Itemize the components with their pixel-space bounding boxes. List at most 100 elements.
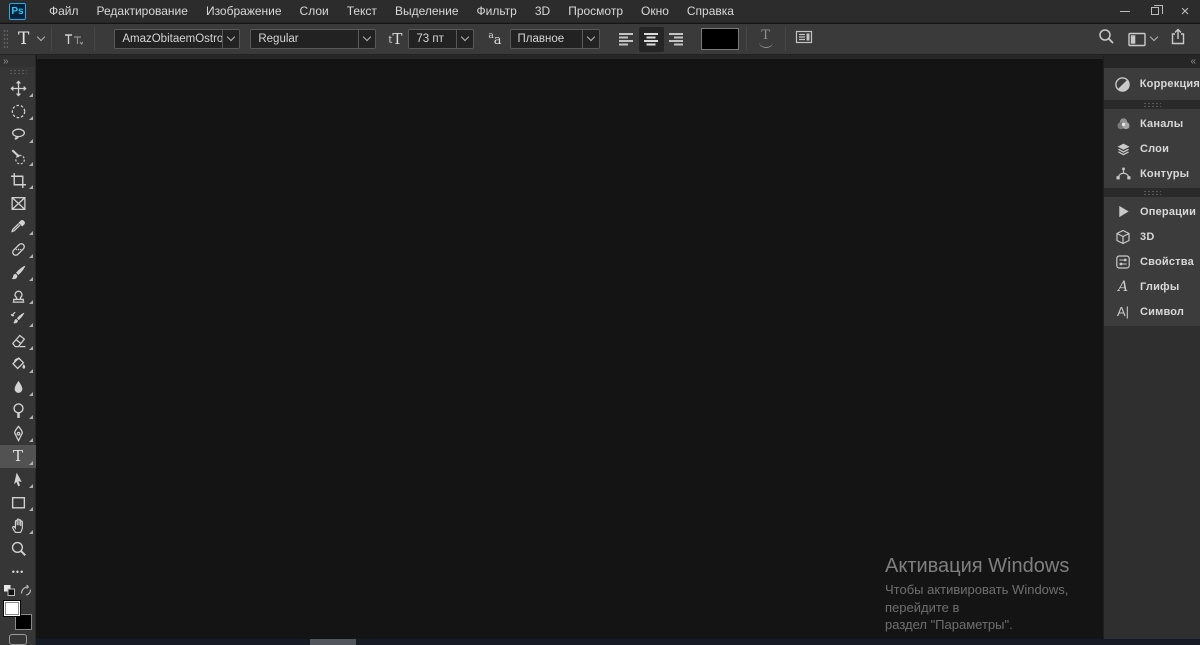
panel-tab-character[interactable]: A| Символ [1104, 299, 1200, 324]
healing-brush-tool[interactable] [0, 238, 36, 261]
anti-alias-select[interactable]: Плавное [509, 29, 600, 49]
windows-activation-watermark: Активация Windows Чтобы активировать Win… [885, 554, 1103, 634]
default-colors-icon[interactable] [3, 584, 16, 597]
panel-dock: « Коррекция Каналы Слои Контуры Операции… [1103, 55, 1200, 645]
menu-items: Файл Редактирование Изображение Слои Тек… [40, 0, 743, 22]
toolbar-expand-button[interactable]: » [0, 55, 35, 67]
frame-tool[interactable] [0, 192, 36, 215]
warp-text-button[interactable]: T [756, 29, 776, 49]
photoshop-window: Ps Файл Редактирование Изображение Слои … [0, 0, 1200, 645]
anti-alias-icon: aa [488, 30, 502, 48]
menu-select[interactable]: Выделение [386, 0, 468, 22]
font-family-select[interactable]: AmazObitaemOstrovFine [114, 29, 241, 49]
menu-view[interactable]: Просмотр [559, 0, 632, 22]
menu-file[interactable]: Файл [40, 0, 88, 22]
path-selection-tool[interactable] [0, 468, 36, 491]
type-tool[interactable]: T [0, 445, 36, 468]
align-center-button[interactable] [638, 26, 664, 52]
blur-tool[interactable] [0, 376, 36, 399]
font-size-icon: tT [388, 30, 403, 48]
font-style-dropdown-button[interactable] [358, 30, 375, 48]
panel-tab-glyphs[interactable]: A Глифы [1104, 274, 1200, 299]
menu-image[interactable]: Изображение [197, 0, 291, 22]
foreground-color-swatch[interactable] [3, 600, 21, 617]
font-style-value: Regular [258, 33, 299, 45]
edit-toolbar-button[interactable]: ••• [0, 560, 36, 583]
taskbar-thumb[interactable] [310, 639, 356, 645]
text-alignment-group [614, 26, 689, 52]
quick-mask-button[interactable] [9, 634, 27, 645]
anti-alias-dropdown-button[interactable] [581, 30, 599, 48]
clone-stamp-tool[interactable] [0, 284, 36, 307]
document-canvas[interactable]: Активация Windows Чтобы активировать Win… [37, 55, 1103, 639]
anti-alias-value: Плавное [517, 33, 565, 45]
font-style-select[interactable]: Regular [250, 29, 377, 49]
layers-icon [1112, 141, 1134, 157]
text-orientation-toggle[interactable] [63, 31, 84, 47]
brush-tool[interactable] [0, 261, 36, 284]
menu-3d[interactable]: 3D [526, 0, 559, 22]
move-tool[interactable] [0, 77, 36, 100]
font-size-dropdown-button[interactable] [456, 30, 473, 48]
menu-edit[interactable]: Редактирование [88, 0, 197, 22]
options-bar-grip[interactable] [3, 29, 8, 49]
adjustments-icon [1112, 76, 1134, 93]
panel-tab-actions[interactable]: Операции [1104, 199, 1200, 224]
photoshop-logo-icon[interactable]: Ps [9, 2, 26, 20]
align-right-button[interactable] [664, 27, 689, 52]
font-family-dropdown-button[interactable] [222, 30, 239, 48]
font-size-select[interactable]: 73 пт [408, 29, 475, 49]
menu-text[interactable]: Текст [338, 0, 386, 22]
history-brush-tool[interactable] [0, 307, 36, 330]
hand-tool[interactable] [0, 514, 36, 537]
share-button[interactable] [1170, 28, 1186, 50]
dock-collapse-button[interactable]: « [1104, 55, 1200, 68]
swap-colors-icon[interactable] [19, 584, 33, 597]
dock-gap[interactable] [1104, 188, 1200, 197]
restore-button[interactable] [1140, 0, 1170, 22]
color-swatches [3, 600, 33, 630]
dodge-tool[interactable] [0, 399, 36, 422]
search-button[interactable] [1098, 28, 1115, 50]
cube-3d-icon [1112, 229, 1134, 245]
panel-tab-3d[interactable]: 3D [1104, 224, 1200, 249]
toggle-panels-button[interactable] [795, 29, 813, 50]
panel-tab-paths[interactable]: Контуры [1104, 161, 1200, 186]
zoom-tool[interactable] [0, 537, 36, 560]
font-family-value: AmazObitaemOstrovFine [122, 33, 223, 45]
properties-icon [1112, 254, 1134, 270]
dock-group-adjustments: Коррекция [1104, 68, 1200, 100]
taskbar-edge [36, 639, 1200, 645]
menu-layers[interactable]: Слои [291, 0, 338, 22]
dock-group-channels: Каналы Слои Контуры [1104, 109, 1200, 188]
close-icon: × [1180, 2, 1190, 20]
quick-selection-tool[interactable] [0, 146, 36, 169]
menu-filter[interactable]: Фильтр [468, 0, 526, 22]
marquee-tool[interactable] [0, 100, 36, 123]
minimize-button[interactable] [1110, 0, 1140, 22]
options-bar-right-icons [1098, 28, 1186, 50]
eyedropper-tool[interactable] [0, 215, 36, 238]
menu-window[interactable]: Окно [632, 0, 678, 22]
paint-bucket-tool[interactable] [0, 353, 36, 376]
close-button[interactable]: × [1170, 0, 1200, 22]
watermark-title: Активация Windows [885, 555, 1070, 577]
menu-help[interactable]: Справка [678, 0, 743, 22]
panel-tab-channels[interactable]: Каналы [1104, 111, 1200, 136]
panel-tab-layers[interactable]: Слои [1104, 136, 1200, 161]
rectangle-tool[interactable] [0, 491, 36, 514]
toolbar-grip[interactable] [8, 69, 27, 74]
lasso-tool[interactable] [0, 123, 36, 146]
workspace-switcher[interactable] [1128, 32, 1159, 47]
actions-icon [1112, 204, 1134, 219]
crop-tool[interactable] [0, 169, 36, 192]
type-tool-icon: T [18, 29, 30, 49]
align-left-button[interactable] [614, 27, 639, 52]
pen-tool[interactable] [0, 422, 36, 445]
eraser-tool[interactable] [0, 330, 36, 353]
panel-tab-properties[interactable]: Свойства [1104, 249, 1200, 274]
dock-gap[interactable] [1104, 100, 1200, 109]
type-tool-preset[interactable]: T [18, 29, 46, 49]
text-color-swatch[interactable] [700, 28, 739, 50]
panel-tab-adjustments[interactable]: Коррекция [1104, 70, 1200, 98]
